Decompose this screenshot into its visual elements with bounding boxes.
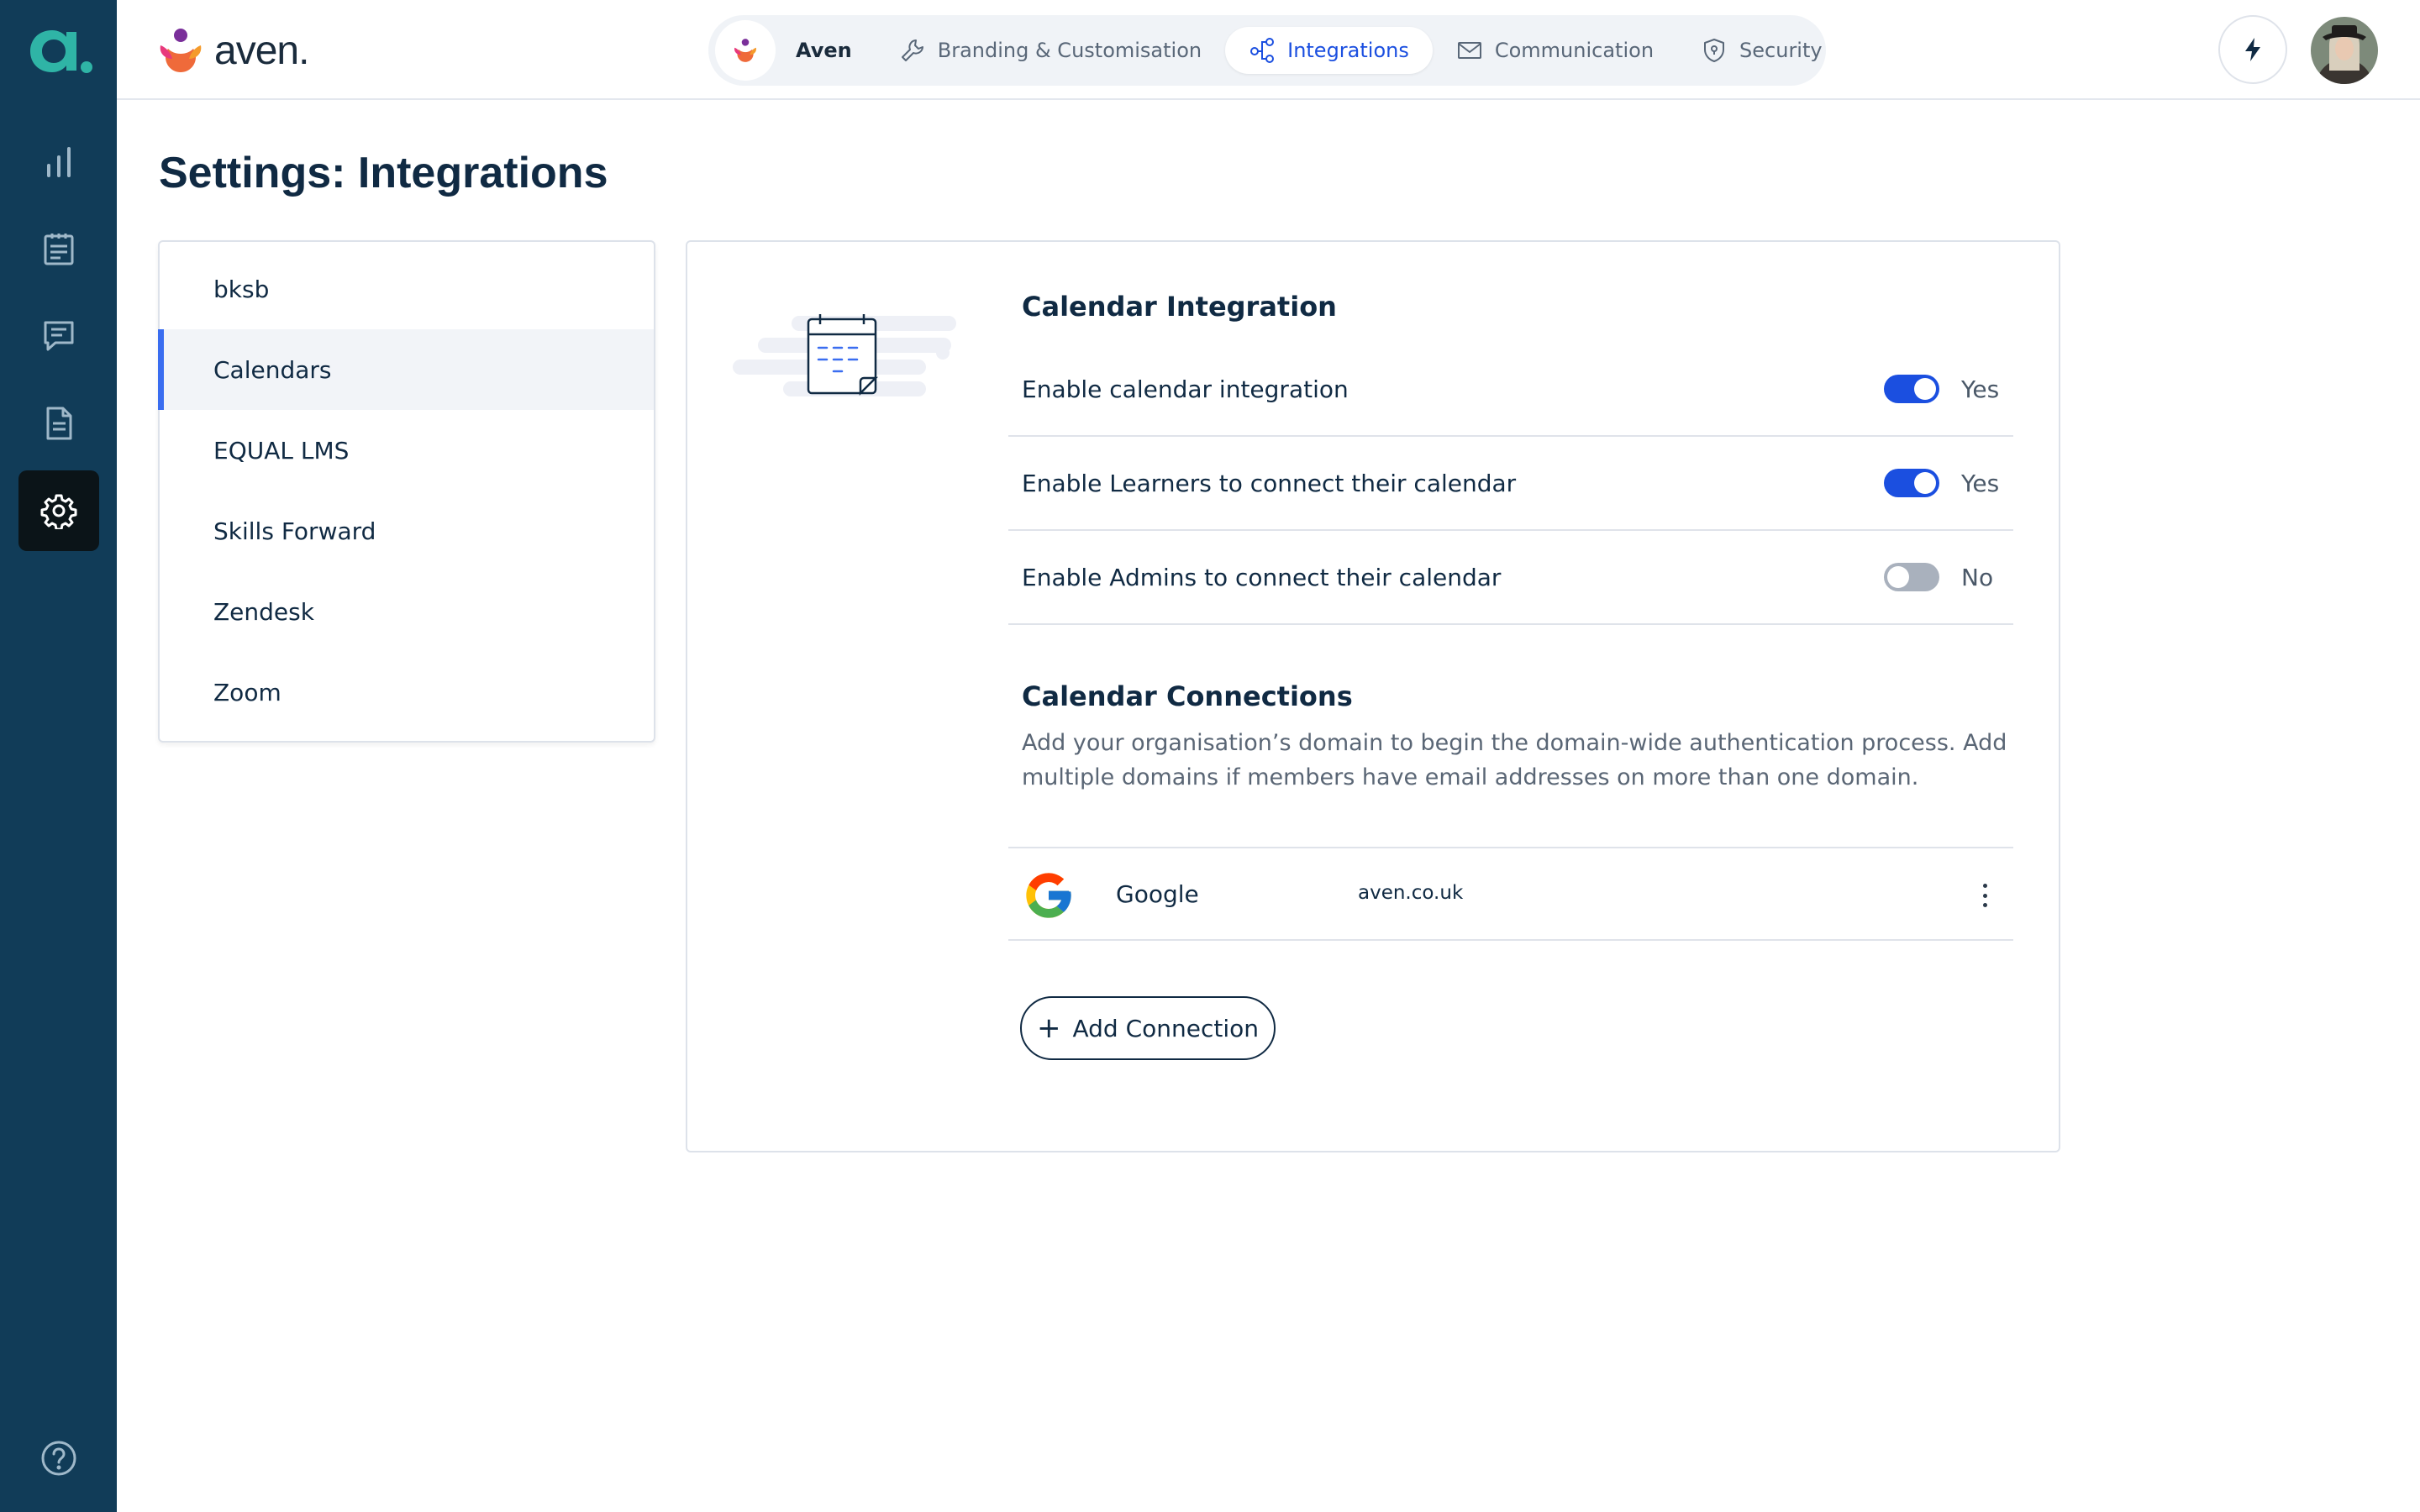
add-connection-label: Add Connection <box>1072 1014 1260 1042</box>
calendar-connections-heading: Calendar Connections <box>1022 680 2027 712</box>
rail-analytics-button[interactable] <box>18 122 99 202</box>
menu-item-zendesk[interactable]: Zendesk <box>160 571 654 652</box>
wrench-icon <box>901 39 923 61</box>
toggle-label: Enable calendar integration <box>1022 375 1349 403</box>
org-logo-icon <box>715 20 776 81</box>
toggle-switch[interactable] <box>1884 563 1939 591</box>
toggle-row-admins-calendar: Enable Admins to connect their calendar … <box>1008 531 2013 625</box>
settings-tabs: Aven Branding & Customisation Integratio… <box>708 15 1826 86</box>
add-connection-button[interactable]: + Add Connection <box>1020 996 1276 1060</box>
tab-communication-label: Communication <box>1494 39 1655 62</box>
lightning-icon <box>2245 38 2260 61</box>
admins-calendar-toggle[interactable]: No <box>1884 563 1998 591</box>
integrations-icon <box>1250 38 1275 63</box>
toggle-label: Enable Learners to connect their calenda… <box>1022 469 1517 497</box>
rail-messages-button[interactable] <box>18 296 99 376</box>
chart-icon <box>47 147 71 177</box>
page-title: Settings: Integrations <box>159 148 608 198</box>
calendar-connections-description: Add your organisation’s domain to begin … <box>1022 730 2007 790</box>
page-title-section: Integrations <box>357 149 608 197</box>
menu-item-calendars[interactable]: Calendars <box>158 329 654 410</box>
menu-item-bksb[interactable]: bksb <box>160 249 654 329</box>
toggle-state: No <box>1961 563 1994 591</box>
learners-calendar-toggle[interactable]: Yes <box>1884 469 2000 497</box>
gear-icon <box>40 494 77 529</box>
help-icon <box>41 1441 76 1476</box>
quick-actions-button[interactable] <box>2218 15 2287 84</box>
tab-security[interactable]: Security <box>1677 27 1846 74</box>
clipboard-icon <box>44 234 74 265</box>
more-options-icon[interactable] <box>1975 879 1995 912</box>
app-logo-icon[interactable] <box>24 18 94 84</box>
connection-domain: aven.co.uk <box>1358 882 1464 904</box>
tab-integrations[interactable]: Integrations <box>1225 27 1433 74</box>
toggle-row-learners-calendar: Enable Learners to connect their calenda… <box>1008 437 2013 531</box>
toggle-state: Yes <box>1961 469 2000 497</box>
menu-item-zoom[interactable]: Zoom <box>160 652 654 732</box>
document-icon <box>46 407 72 440</box>
toggle-state: Yes <box>1961 375 2000 403</box>
chat-icon <box>44 321 74 351</box>
toggle-switch[interactable] <box>1884 375 1939 403</box>
tab-organisation-label: Aven <box>796 39 852 62</box>
connection-row: Google aven.co.uk <box>1008 847 2013 941</box>
menu-item-equal-lms[interactable]: EQUAL LMS <box>160 410 654 491</box>
rail-documents-button[interactable] <box>18 383 99 464</box>
rail-settings-button[interactable] <box>18 470 99 551</box>
page-title-prefix: Settings: <box>159 149 346 197</box>
calendar-illustration-icon <box>733 314 956 396</box>
top-bar: aven. Aven Branding & Customisation Inte… <box>117 0 2420 100</box>
tab-integrations-label: Integrations <box>1287 39 1409 62</box>
tab-organisation[interactable]: Aven <box>713 20 876 81</box>
connection-provider: Google <box>1116 880 1199 908</box>
sidebar-rail <box>0 0 117 1512</box>
toggle-label: Enable Admins to connect their calendar <box>1022 563 1502 591</box>
google-icon <box>1026 873 1071 918</box>
tab-communication[interactable]: Communication <box>1433 27 1677 74</box>
calendar-integration-toggle[interactable]: Yes <box>1884 375 2000 403</box>
toggle-row-calendar-integration: Enable calendar integration Yes <box>1008 343 2013 437</box>
user-avatar[interactable] <box>2311 17 2378 84</box>
calendar-integration-title: Calendar Integration <box>1022 291 1337 323</box>
calendar-settings-card: Calendar Integration Enable calendar int… <box>686 240 2060 1152</box>
calendar-integration-heading: Calendar Integration <box>1022 291 2027 323</box>
rail-tasks-button[interactable] <box>18 208 99 289</box>
menu-item-skills-forward[interactable]: Skills Forward <box>160 491 654 571</box>
shield-icon <box>1704 39 1725 62</box>
rail-help-button[interactable] <box>18 1418 99 1499</box>
brand[interactable]: aven. <box>155 25 309 76</box>
aven-logo-icon <box>160 29 202 72</box>
tab-branding-label: Branding & Customisation <box>937 39 1202 62</box>
tab-security-label: Security <box>1739 39 1823 62</box>
tab-branding[interactable]: Branding & Customisation <box>876 27 1225 74</box>
brand-name: aven. <box>214 28 309 73</box>
calendar-connections-title: Calendar Connections <box>1022 680 1353 712</box>
integrations-menu: bksb Calendars EQUAL LMS Skills Forward … <box>158 240 655 743</box>
plus-icon: + <box>1036 1011 1061 1045</box>
toggle-switch[interactable] <box>1884 469 1939 497</box>
envelope-icon <box>1457 42 1481 59</box>
